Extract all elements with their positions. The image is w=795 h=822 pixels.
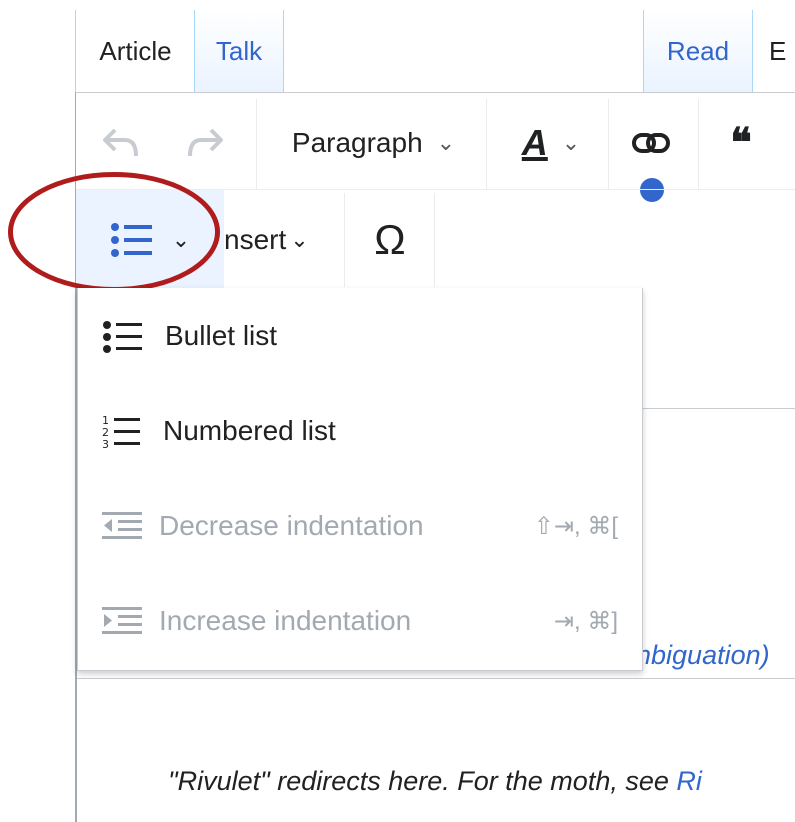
divider <box>640 408 795 409</box>
chevron-down-icon: ⌄ <box>171 226 191 252</box>
list-dropdown-menu: Bullet list 1 2 3 Numbered list Decrease… <box>77 288 643 671</box>
text-style-icon: A <box>521 122 548 163</box>
tab-article[interactable]: Article <box>75 10 195 92</box>
bullet-list-icon <box>110 222 152 257</box>
menu-item-bullet-list[interactable]: Bullet list <box>78 288 642 383</box>
tab-talk[interactable]: Talk <box>194 10 284 92</box>
insert-dropdown[interactable]: nsert ⌄ <box>224 190 342 289</box>
menu-item-label: Decrease indentation <box>159 510 424 541</box>
hatnote: "Rivulet" redirects here. For the moth, … <box>168 766 702 797</box>
quote-button[interactable]: ❝ <box>706 113 776 173</box>
outdent-icon <box>102 512 142 539</box>
quote-icon: ❝ <box>730 121 752 165</box>
hatnote-link[interactable]: Ri <box>676 766 702 796</box>
menu-item-label: Numbered list <box>163 415 336 446</box>
divider <box>77 678 795 679</box>
menu-item-shortcut: ⇧⇥, ⌘[ <box>533 513 618 540</box>
bullet-list-icon <box>103 321 142 353</box>
paragraph-format-dropdown[interactable]: Paragraph ⌄ <box>266 113 481 173</box>
undo-button[interactable] <box>90 115 150 171</box>
menu-item-increase-indentation[interactable]: Increase indentation ⇥, ⌘] <box>78 573 642 668</box>
special-character-button[interactable]: Ω <box>348 190 432 289</box>
list-dropdown-button[interactable]: ⌄ <box>76 190 224 289</box>
chevron-down-icon: ⌄ <box>290 226 309 252</box>
chevron-down-icon: ⌄ <box>436 130 456 155</box>
tab-edit[interactable]: E <box>751 10 795 92</box>
notification-dot <box>640 178 664 202</box>
link-icon <box>632 133 670 153</box>
redo-icon <box>188 128 223 157</box>
tab-read[interactable]: Read <box>643 10 753 92</box>
page-tabs: Article Talk Read E <box>75 0 795 92</box>
indent-icon <box>102 607 142 634</box>
link-button[interactable] <box>616 113 686 173</box>
menu-item-shortcut: ⇥, ⌘] <box>553 608 618 635</box>
menu-item-label: Increase indentation <box>159 605 412 636</box>
menu-item-label: Bullet list <box>165 320 278 351</box>
paragraph-label: Paragraph <box>291 127 423 158</box>
hatnote-text: "Rivulet" redirects here. For the moth, … <box>168 766 677 796</box>
disambiguation-link[interactable]: nbiguation) <box>636 640 770 671</box>
editor-toolbar: Paragraph ⌄ A ⌄ ❝ ⌄ nsert ⌄ Ω <box>75 92 795 289</box>
svg-text:3: 3 <box>102 438 109 451</box>
menu-item-decrease-indentation[interactable]: Decrease indentation ⇧⇥, ⌘[ <box>78 478 642 573</box>
insert-label: nsert <box>224 223 287 255</box>
undo-icon <box>103 128 138 157</box>
text-style-dropdown[interactable]: A ⌄ <box>496 113 606 173</box>
menu-item-numbered-list[interactable]: 1 2 3 Numbered list <box>78 383 642 478</box>
numbered-list-icon: 1 2 3 <box>102 414 140 451</box>
redo-button[interactable] <box>176 115 236 171</box>
chevron-down-icon: ⌄ <box>561 130 581 155</box>
omega-icon: Ω <box>374 215 406 263</box>
